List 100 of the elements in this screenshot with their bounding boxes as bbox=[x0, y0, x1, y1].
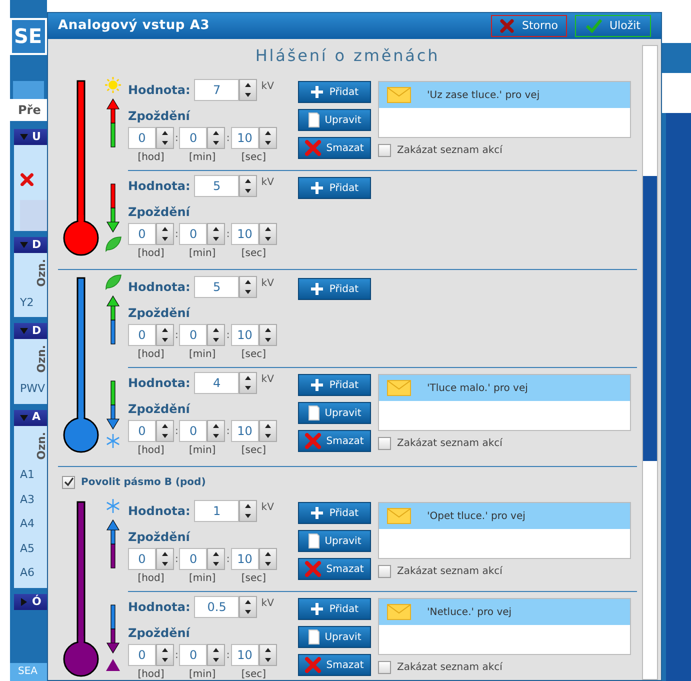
window-title: Analogový vstup A3 bbox=[58, 17, 210, 36]
delete-button[interactable]: Smazat bbox=[298, 430, 371, 452]
edit-button[interactable]: Upravit bbox=[298, 530, 371, 552]
action-item[interactable]: 'Uz zase tluce.' pro vej bbox=[379, 82, 630, 108]
action-item[interactable]: 'Tluce malo.' pro vej bbox=[379, 375, 630, 401]
number-field[interactable]: 10 bbox=[230, 324, 259, 346]
unit-label: kV bbox=[261, 501, 274, 515]
number-field[interactable]: 7 bbox=[194, 79, 240, 101]
spin-buttons[interactable] bbox=[156, 127, 174, 149]
spin-buttons[interactable] bbox=[258, 324, 277, 346]
number-field[interactable]: 0 bbox=[179, 223, 208, 245]
number-field[interactable]: 0 bbox=[179, 127, 208, 149]
time-separator: : bbox=[174, 132, 180, 146]
time-separator: : bbox=[174, 228, 180, 242]
value-label: Hodnota: bbox=[128, 375, 190, 392]
checkbox[interactable] bbox=[62, 476, 75, 489]
edit-button[interactable]: Upravit bbox=[298, 402, 371, 424]
spin-buttons[interactable] bbox=[207, 644, 226, 666]
number-field[interactable]: 10 bbox=[230, 223, 259, 245]
tab[interactable]: Pře bbox=[10, 99, 47, 121]
panel-header[interactable]: U bbox=[14, 129, 47, 145]
value-label: Hodnota: bbox=[128, 599, 190, 616]
time-unit-label: [min] bbox=[189, 668, 216, 680]
spin-buttons[interactable] bbox=[207, 127, 226, 149]
spin-buttons[interactable] bbox=[156, 420, 174, 442]
spin-buttons[interactable] bbox=[207, 223, 226, 245]
number-field[interactable]: 10 bbox=[230, 420, 259, 442]
spin-buttons[interactable] bbox=[156, 548, 174, 570]
spin-buttons[interactable] bbox=[207, 420, 226, 442]
add-button[interactable]: Přidat bbox=[298, 278, 371, 300]
spin-buttons[interactable] bbox=[207, 548, 226, 570]
add-button[interactable]: Přidat bbox=[298, 598, 371, 620]
number-field[interactable]: 0 bbox=[128, 548, 156, 570]
checkbox[interactable] bbox=[378, 144, 391, 157]
unit-label: kV bbox=[261, 373, 274, 387]
checkbox[interactable] bbox=[378, 437, 391, 450]
scrollbar[interactable] bbox=[642, 45, 658, 680]
add-button[interactable]: Přidat bbox=[298, 374, 371, 396]
number-field[interactable]: 0 bbox=[179, 548, 208, 570]
scrollbar-thumb[interactable] bbox=[643, 176, 657, 461]
number-field[interactable]: 0 bbox=[179, 644, 208, 666]
save-button[interactable]: Uložit bbox=[575, 15, 651, 37]
spin-buttons[interactable] bbox=[239, 79, 258, 101]
spin-buttons[interactable] bbox=[258, 644, 277, 666]
number-field[interactable]: 5 bbox=[194, 175, 240, 197]
time-unit-label: [min] bbox=[189, 151, 216, 165]
number-field[interactable]: 0 bbox=[128, 223, 156, 245]
cancel-button[interactable]: Storno bbox=[491, 15, 567, 37]
spin-buttons[interactable] bbox=[258, 420, 277, 442]
delay-label: Zpoždění bbox=[128, 529, 192, 546]
plus-icon bbox=[310, 85, 324, 99]
table-cell-text: A5 bbox=[20, 540, 36, 557]
add-button[interactable]: Přidat bbox=[298, 502, 371, 524]
number-field[interactable]: 5 bbox=[194, 276, 240, 298]
number-field[interactable]: 0 bbox=[128, 324, 156, 346]
spin-buttons[interactable] bbox=[156, 223, 174, 245]
add-button[interactable]: Přidat bbox=[298, 177, 371, 199]
number-field[interactable]: 10 bbox=[230, 127, 259, 149]
number-field[interactable]: 10 bbox=[230, 548, 259, 570]
panel-header[interactable]: D bbox=[14, 323, 47, 340]
number-field[interactable]: 0 bbox=[128, 420, 156, 442]
number-field[interactable]: 10 bbox=[230, 644, 259, 666]
spin-buttons[interactable] bbox=[258, 127, 277, 149]
edit-button[interactable]: Upravit bbox=[298, 626, 371, 648]
checkbox[interactable] bbox=[378, 565, 391, 578]
edit-button[interactable]: Upravit bbox=[298, 109, 371, 131]
action-item[interactable]: 'Netluce.' pro vej bbox=[379, 599, 630, 625]
spin-buttons[interactable] bbox=[156, 644, 174, 666]
spin-buttons[interactable] bbox=[258, 548, 277, 570]
number-field[interactable]: 0 bbox=[179, 420, 208, 442]
spin-buttons[interactable] bbox=[239, 175, 258, 197]
action-item[interactable]: 'Opet tluce.' pro vej bbox=[379, 503, 630, 529]
number-field[interactable]: 4 bbox=[194, 372, 240, 394]
delete-button[interactable]: Smazat bbox=[298, 558, 371, 580]
check-icon bbox=[586, 19, 602, 33]
spin-buttons[interactable] bbox=[258, 223, 277, 245]
spin-buttons[interactable] bbox=[239, 276, 258, 298]
panel-header[interactable]: D bbox=[14, 237, 47, 253]
panel-header[interactable]: Ó bbox=[14, 594, 47, 610]
column-header: Ozn. bbox=[34, 345, 47, 374]
number-field[interactable]: 0 bbox=[128, 127, 156, 149]
spin-buttons[interactable] bbox=[239, 596, 258, 618]
checkbox[interactable] bbox=[378, 661, 391, 674]
delay-label: Zpoždění bbox=[128, 625, 192, 642]
panel-header[interactable]: A bbox=[14, 410, 47, 426]
add-button[interactable]: Přidat bbox=[298, 81, 371, 103]
delay-label: Zpoždění bbox=[128, 401, 192, 418]
envelope-icon bbox=[387, 508, 411, 524]
spin-buttons[interactable] bbox=[156, 324, 174, 346]
delete-button[interactable]: Smazat bbox=[298, 654, 371, 676]
number-field[interactable]: 0 bbox=[179, 324, 208, 346]
cross-icon bbox=[305, 433, 322, 449]
spin-buttons[interactable] bbox=[239, 500, 258, 522]
number-field[interactable]: 1 bbox=[194, 500, 240, 522]
delete-button[interactable]: Smazat bbox=[298, 137, 371, 159]
number-field[interactable]: 0.5 bbox=[194, 596, 240, 618]
spin-buttons[interactable] bbox=[239, 372, 258, 394]
time-unit-label: [min] bbox=[189, 348, 216, 362]
spin-buttons[interactable] bbox=[207, 324, 226, 346]
number-field[interactable]: 0 bbox=[128, 644, 156, 666]
